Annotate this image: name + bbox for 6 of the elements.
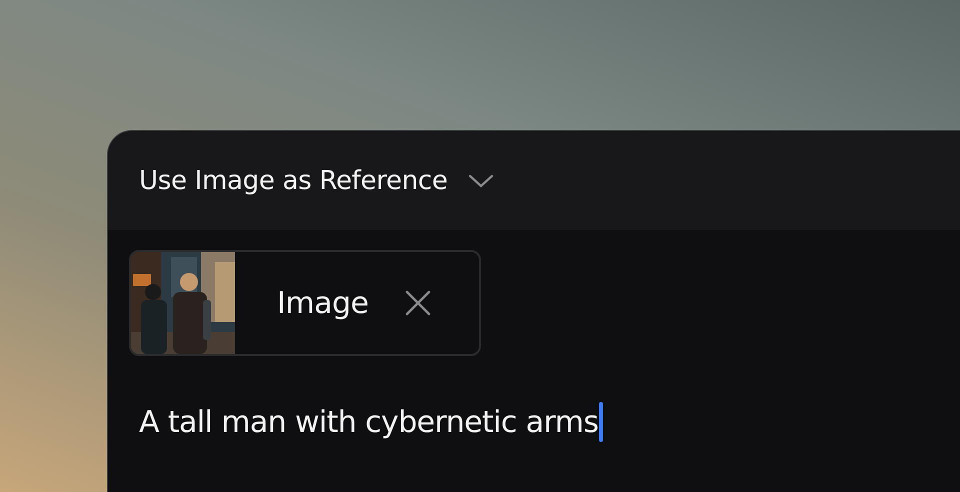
chevron-down-icon[interactable]	[468, 172, 494, 188]
mode-title[interactable]: Use Image as Reference	[139, 166, 448, 196]
text-cursor	[599, 402, 604, 442]
close-icon[interactable]	[404, 289, 432, 317]
attachment-label: Image	[277, 286, 368, 320]
prompt-field[interactable]: A tall man with cybernetic arms	[139, 402, 604, 442]
